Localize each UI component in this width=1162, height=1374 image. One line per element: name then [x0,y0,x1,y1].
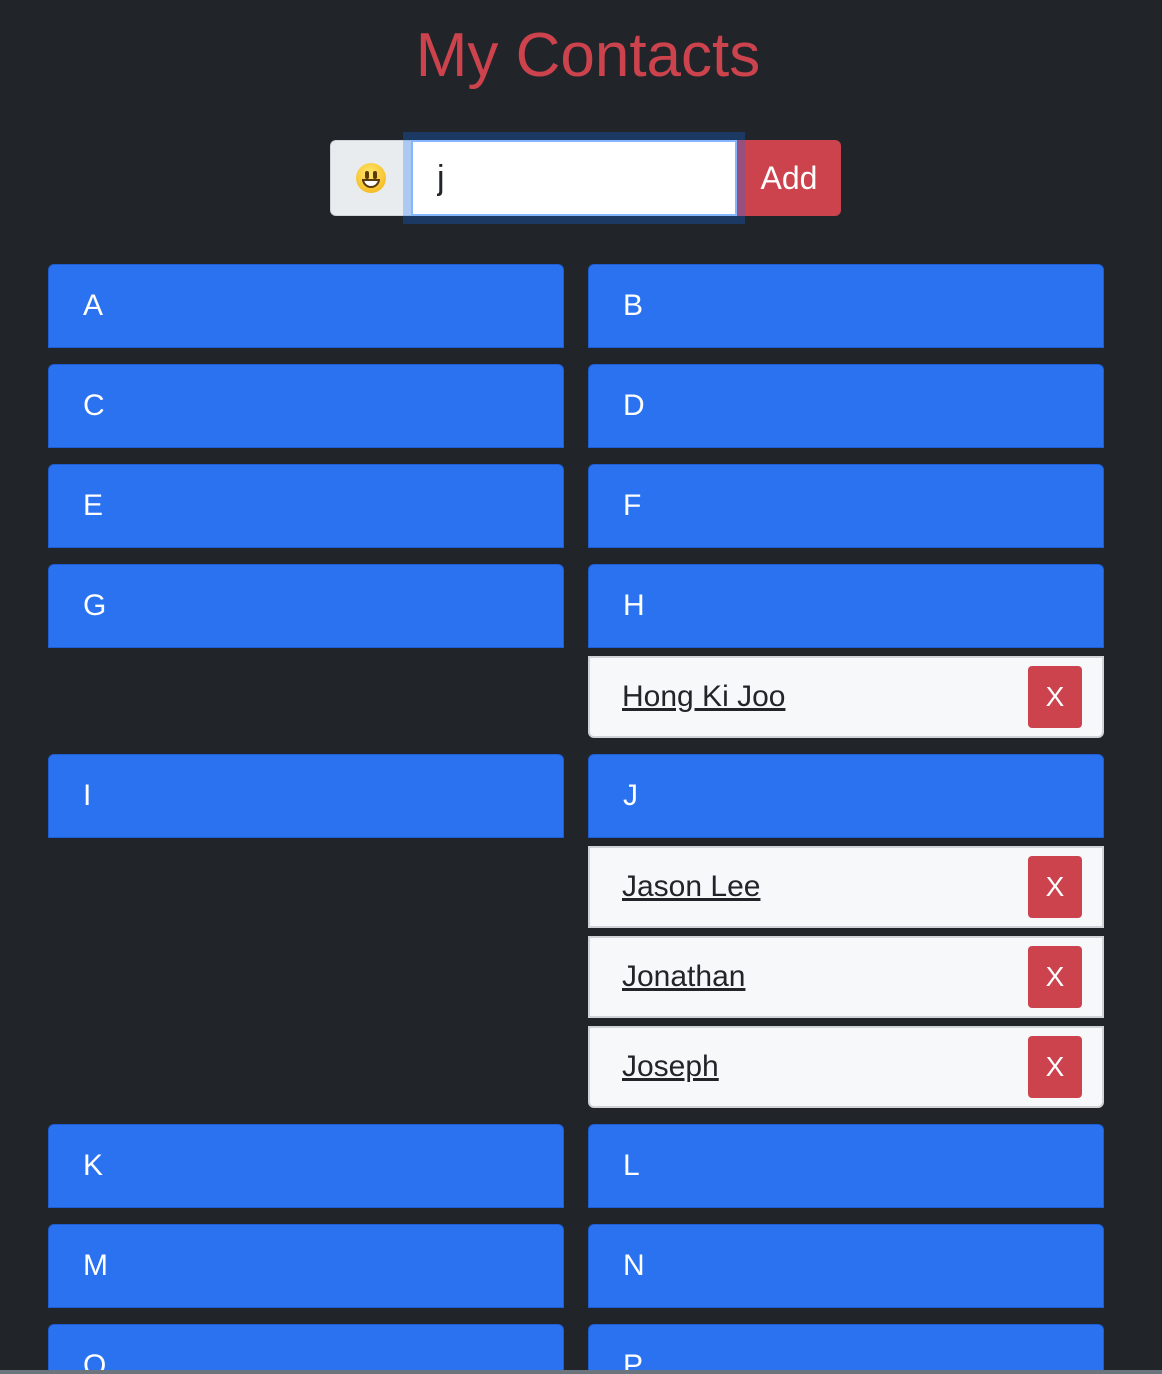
grinning-face-icon [356,163,386,193]
letter-header-d[interactable]: D [588,364,1104,448]
page-title: My Contacts [415,21,761,90]
letter-header-o[interactable]: O [48,1324,564,1374]
letter-header-e[interactable]: E [48,464,564,548]
delete-contact-button[interactable]: X [1028,946,1082,1008]
letter-header-g[interactable]: G [48,564,564,648]
delete-contact-button[interactable]: X [1028,1036,1082,1098]
contact-item: Jonathan X [588,936,1104,1018]
contact-name-input[interactable] [403,132,745,224]
add-contact-form: Add [330,132,841,224]
letter-header-c[interactable]: C [48,364,564,448]
contact-item: Hong Ki Joo X [588,656,1104,738]
add-button[interactable]: Add [737,140,841,216]
contact-item: Joseph X [588,1026,1104,1108]
contacts-page: My Contacts Add A C E G I K M O B D F H … [0,0,1162,1374]
contact-link[interactable]: Hong Ki Joo [622,680,1028,714]
contact-item: Jason Lee X [588,846,1104,928]
letter-header-n[interactable]: N [588,1224,1104,1308]
emoji-addon [330,140,411,216]
contact-link[interactable]: Jonathan [622,960,1028,994]
letter-header-b[interactable]: B [588,264,1104,348]
contact-link[interactable]: Jason Lee [622,870,1028,904]
letter-header-j[interactable]: J [588,754,1104,838]
delete-contact-button[interactable]: X [1028,666,1082,728]
letter-header-f[interactable]: F [588,464,1104,548]
letter-header-k[interactable]: K [48,1124,564,1208]
letter-header-i[interactable]: I [48,754,564,838]
letter-header-a[interactable]: A [48,264,564,348]
letter-header-p[interactable]: P [588,1324,1104,1374]
delete-contact-button[interactable]: X [1028,856,1082,918]
window-bottom-edge [0,1370,1162,1374]
contact-link[interactable]: Joseph [622,1050,1028,1084]
letter-header-m[interactable]: M [48,1224,564,1308]
letter-header-l[interactable]: L [588,1124,1104,1208]
letter-header-h[interactable]: H [588,564,1104,648]
